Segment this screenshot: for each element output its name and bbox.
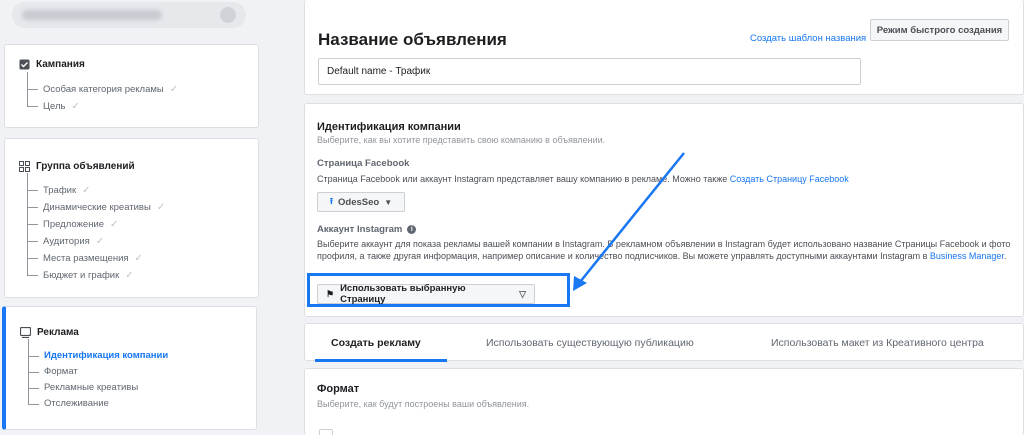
ad-icon xyxy=(20,327,31,338)
sidebar-item-special-category[interactable]: Особая категория рекламы ✓ xyxy=(27,72,179,98)
sidebar-item-label: Места размещения xyxy=(43,253,129,264)
sidebar-item-label: Формат xyxy=(44,366,78,377)
identity-subtitle: Выберите, как вы хотите представить свою… xyxy=(317,135,606,145)
sidebar-item-label: Бюджет и график xyxy=(43,270,120,281)
check-icon: ✓ xyxy=(125,270,134,281)
account-dropdown-icon xyxy=(220,7,236,23)
sidebar-item-format[interactable]: Формат xyxy=(28,355,168,380)
sidebar-item-offer[interactable]: Предложение ✓ xyxy=(27,207,165,233)
adset-tree: Трафик ✓ Динамические креативы ✓ Предложен… xyxy=(27,173,166,284)
page-select-label: OdesSeo xyxy=(338,196,380,208)
sidebar: Кампания Особая категория рекламы ✓ Цель ✓… xyxy=(0,0,259,435)
caret-down-icon: ▼ xyxy=(384,197,393,207)
identity-title: Идентификация компании xyxy=(317,121,461,133)
instagram-description: Выберите аккаунт для показа рекламы ваше… xyxy=(317,238,1017,262)
adset-heading[interactable]: Группа объявлений xyxy=(19,161,135,172)
ad-name-panel: Название объявления Создать шаблон назва… xyxy=(304,0,1024,95)
format-panel: Формат Выберите, как будут построены ваш… xyxy=(304,368,1024,435)
business-manager-link[interactable]: Business Manager xyxy=(930,251,1004,261)
sidebar-item-objective[interactable]: Цель ✓ xyxy=(27,89,178,115)
tab-create-ad[interactable]: Создать рекламу xyxy=(315,324,447,362)
facebook-page-select[interactable]: ⭱ OdesSeo ▼ xyxy=(317,192,405,212)
check-icon: ✓ xyxy=(82,185,91,196)
sidebar-item-label: Предложение xyxy=(43,219,105,230)
upload-icon: ⭱ xyxy=(329,196,334,206)
instagram-desc-end: . xyxy=(1003,251,1007,261)
grid-icon xyxy=(19,161,30,172)
checkbox-icon xyxy=(19,59,30,70)
check-icon: ✓ xyxy=(110,219,119,230)
sidebar-item-placements[interactable]: Места размещения ✓ xyxy=(27,241,165,267)
ad-tree: Идентификация компании Формат Рекламные … xyxy=(28,339,169,412)
sidebar-item-label: Идентификация компании xyxy=(44,350,169,361)
campaign-title: Кампания xyxy=(36,59,85,70)
ad-section[interactable]: Реклама Идентификация компании Формат Ре… xyxy=(2,306,257,430)
campaign-tree: Особая категория рекламы ✓ Цель ✓ xyxy=(27,72,179,115)
quick-mode-button[interactable]: Режим быстрого создания xyxy=(870,19,1009,41)
sidebar-item-label: Динамические креативы xyxy=(43,202,151,213)
facebook-desc-text: Страница Facebook или аккаунт Instagram … xyxy=(317,174,730,184)
adset-section[interactable]: Группа объявлений Трафик ✓ Динамические к… xyxy=(4,138,259,298)
check-icon: ✓ xyxy=(134,253,143,264)
campaign-section[interactable]: Кампания Особая категория рекламы ✓ Цель ✓ xyxy=(4,44,259,128)
sidebar-item-identity[interactable]: Идентификация компании xyxy=(28,339,169,364)
sidebar-item-label: Аудитория xyxy=(43,236,90,247)
sidebar-item-label: Рекламные креативы xyxy=(44,382,139,393)
check-icon: ✓ xyxy=(156,202,166,213)
account-name-blurred xyxy=(22,10,162,20)
sidebar-item-budget[interactable]: Бюджет и график ✓ xyxy=(27,258,165,284)
check-icon: ✓ xyxy=(169,84,179,95)
tab-existing-post[interactable]: Использовать существующую публикацию xyxy=(486,324,694,362)
sidebar-item-traffic[interactable]: Трафик ✓ xyxy=(27,173,165,199)
ad-title: Реклама xyxy=(37,327,79,338)
campaign-heading[interactable]: Кампания xyxy=(19,59,85,70)
sidebar-item-label: Цель xyxy=(43,101,66,112)
sidebar-item-label: Отслеживание xyxy=(44,398,109,409)
create-template-link[interactable]: Создать шаблон названия xyxy=(750,33,866,44)
sidebar-item-audience[interactable]: Аудитория ✓ xyxy=(27,224,165,250)
sidebar-item-label: Трафик xyxy=(43,185,77,196)
highlight-box xyxy=(307,273,570,307)
facebook-page-label: Страница Facebook xyxy=(317,158,410,169)
instagram-desc-text: Выберите аккаунт для показа рекламы ваше… xyxy=(317,239,1011,261)
ad-name-title: Название объявления xyxy=(318,30,507,49)
create-facebook-page-link[interactable]: Создать Страницу Facebook xyxy=(730,174,849,184)
account-selector[interactable] xyxy=(12,2,246,28)
adset-title: Группа объявлений xyxy=(36,161,135,172)
instagram-label-text: Аккаунт Instagram xyxy=(317,224,403,235)
format-title: Формат xyxy=(317,383,360,395)
sidebar-item-dynamic-creative[interactable]: Динамические креативы ✓ xyxy=(27,190,166,216)
check-icon: ✓ xyxy=(95,236,105,247)
sidebar-item-tracking[interactable]: Отслеживание xyxy=(28,387,168,412)
sidebar-item-label: Особая категория рекламы xyxy=(43,84,164,95)
check-icon: ✓ xyxy=(71,101,80,112)
ad-name-input[interactable] xyxy=(318,58,861,85)
format-subtitle: Выберите, как будут построены ваши объяв… xyxy=(317,399,530,409)
format-option-checkbox[interactable] xyxy=(319,429,333,435)
sidebar-item-creatives[interactable]: Рекламные креативы xyxy=(28,371,168,396)
tab-creative-hub[interactable]: Использовать макет из Креативного центра xyxy=(771,324,984,362)
facebook-page-description: Страница Facebook или аккаунт Instagram … xyxy=(317,174,849,184)
info-icon[interactable]: i xyxy=(407,225,417,234)
creative-tabs: Создать рекламу Использовать существующу… xyxy=(304,323,1024,362)
ad-heading[interactable]: Реклама xyxy=(20,327,79,338)
instagram-account-label: Аккаунт Instagram i xyxy=(317,224,417,235)
